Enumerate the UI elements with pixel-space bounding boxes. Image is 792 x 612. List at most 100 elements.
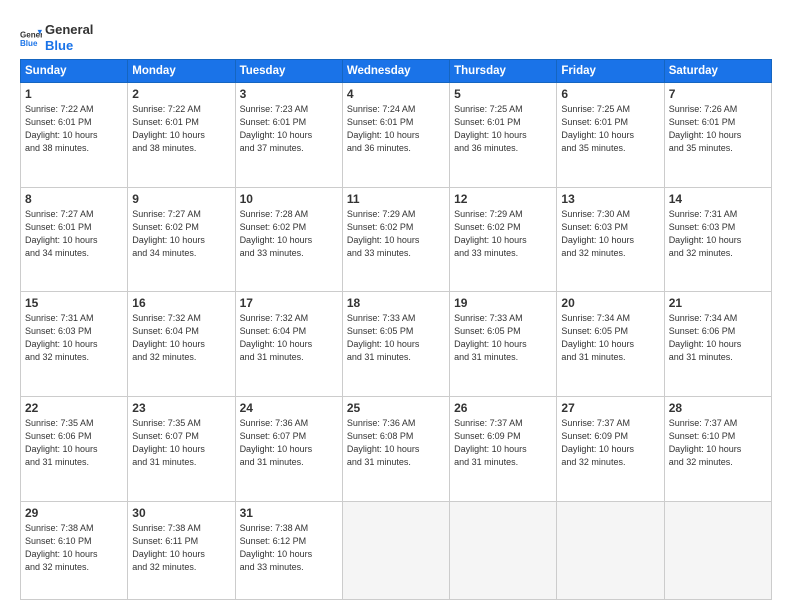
calendar-cell: 16 Sunrise: 7:32 AM Sunset: 6:04 PM Dayli… (128, 292, 235, 397)
calendar-cell: 10 Sunrise: 7:28 AM Sunset: 6:02 PM Dayli… (235, 187, 342, 292)
calendar-cell (450, 501, 557, 600)
calendar-week-row: 8 Sunrise: 7:27 AM Sunset: 6:01 PM Daylig… (21, 187, 772, 292)
calendar-cell: 24 Sunrise: 7:36 AM Sunset: 6:07 PM Dayli… (235, 396, 342, 501)
day-info: Sunrise: 7:27 AM Sunset: 6:01 PM Dayligh… (25, 208, 123, 260)
day-number: 19 (454, 296, 552, 310)
calendar-cell: 2 Sunrise: 7:22 AM Sunset: 6:01 PM Daylig… (128, 83, 235, 188)
calendar-cell: 14 Sunrise: 7:31 AM Sunset: 6:03 PM Dayli… (664, 187, 771, 292)
day-info: Sunrise: 7:34 AM Sunset: 6:05 PM Dayligh… (561, 312, 659, 364)
logo-blue: Blue (45, 38, 93, 54)
day-number: 2 (132, 87, 230, 101)
day-number: 29 (25, 506, 123, 520)
calendar-cell (664, 501, 771, 600)
calendar-cell: 7Sunrise: 7:26 AM Sunset: 6:01 PM Daylig… (664, 83, 771, 188)
calendar-cell: 26Sunrise: 7:37 AM Sunset: 6:09 PM Dayli… (450, 396, 557, 501)
day-info: Sunrise: 7:38 AM Sunset: 6:12 PM Dayligh… (240, 522, 338, 574)
calendar-week-row: 1 Sunrise: 7:22 AM Sunset: 6:01 PM Daylig… (21, 83, 772, 188)
calendar-cell: 25Sunrise: 7:36 AM Sunset: 6:08 PM Dayli… (342, 396, 449, 501)
calendar-body: 1 Sunrise: 7:22 AM Sunset: 6:01 PM Daylig… (21, 83, 772, 600)
day-number: 17 (240, 296, 338, 310)
day-info: Sunrise: 7:35 AM Sunset: 6:06 PM Dayligh… (25, 417, 123, 469)
day-info: Sunrise: 7:32 AM Sunset: 6:04 PM Dayligh… (132, 312, 230, 364)
day-number: 18 (347, 296, 445, 310)
day-info: Sunrise: 7:22 AM Sunset: 6:01 PM Dayligh… (132, 103, 230, 155)
weekday-header: Friday (557, 60, 664, 83)
calendar-cell: 11 Sunrise: 7:29 AM Sunset: 6:02 PM Dayli… (342, 187, 449, 292)
day-number: 26 (454, 401, 552, 415)
day-number: 14 (669, 192, 767, 206)
day-number: 4 (347, 87, 445, 101)
day-info: Sunrise: 7:30 AM Sunset: 6:03 PM Dayligh… (561, 208, 659, 260)
calendar-week-row: 29 Sunrise: 7:38 AM Sunset: 6:10 PM Dayli… (21, 501, 772, 600)
logo-icon: General Blue (20, 27, 42, 49)
day-info: Sunrise: 7:36 AM Sunset: 6:07 PM Dayligh… (240, 417, 338, 469)
day-number: 27 (561, 401, 659, 415)
calendar-cell: 12Sunrise: 7:29 AM Sunset: 6:02 PM Dayli… (450, 187, 557, 292)
day-number: 20 (561, 296, 659, 310)
calendar-week-row: 22 Sunrise: 7:35 AM Sunset: 6:06 PM Dayli… (21, 396, 772, 501)
day-number: 16 (132, 296, 230, 310)
calendar-cell: 17Sunrise: 7:32 AM Sunset: 6:04 PM Dayli… (235, 292, 342, 397)
weekday-header: Monday (128, 60, 235, 83)
day-info: Sunrise: 7:38 AM Sunset: 6:11 PM Dayligh… (132, 522, 230, 574)
day-number: 13 (561, 192, 659, 206)
day-number: 21 (669, 296, 767, 310)
day-info: Sunrise: 7:31 AM Sunset: 6:03 PM Dayligh… (669, 208, 767, 260)
calendar-cell: 22 Sunrise: 7:35 AM Sunset: 6:06 PM Dayli… (21, 396, 128, 501)
calendar-cell: 31 Sunrise: 7:38 AM Sunset: 6:12 PM Dayli… (235, 501, 342, 600)
day-number: 10 (240, 192, 338, 206)
weekday-header: Sunday (21, 60, 128, 83)
day-number: 31 (240, 506, 338, 520)
day-info: Sunrise: 7:33 AM Sunset: 6:05 PM Dayligh… (454, 312, 552, 364)
day-number: 1 (25, 87, 123, 101)
day-info: Sunrise: 7:35 AM Sunset: 6:07 PM Dayligh… (132, 417, 230, 469)
day-number: 15 (25, 296, 123, 310)
calendar-cell (557, 501, 664, 600)
calendar-cell: 21 Sunrise: 7:34 AM Sunset: 6:06 PM Dayli… (664, 292, 771, 397)
weekday-header: Saturday (664, 60, 771, 83)
day-number: 6 (561, 87, 659, 101)
day-number: 22 (25, 401, 123, 415)
calendar-cell: 23Sunrise: 7:35 AM Sunset: 6:07 PM Dayli… (128, 396, 235, 501)
calendar-cell: 18Sunrise: 7:33 AM Sunset: 6:05 PM Dayli… (342, 292, 449, 397)
day-info: Sunrise: 7:25 AM Sunset: 6:01 PM Dayligh… (454, 103, 552, 155)
calendar-cell: 28Sunrise: 7:37 AM Sunset: 6:10 PM Dayli… (664, 396, 771, 501)
day-info: Sunrise: 7:28 AM Sunset: 6:02 PM Dayligh… (240, 208, 338, 260)
logo-general: General (45, 22, 93, 38)
calendar-cell: 30 Sunrise: 7:38 AM Sunset: 6:11 PM Dayli… (128, 501, 235, 600)
weekday-header: Tuesday (235, 60, 342, 83)
calendar-cell (342, 501, 449, 600)
day-info: Sunrise: 7:27 AM Sunset: 6:02 PM Dayligh… (132, 208, 230, 260)
day-number: 30 (132, 506, 230, 520)
day-number: 24 (240, 401, 338, 415)
calendar-cell: 20 Sunrise: 7:34 AM Sunset: 6:05 PM Dayli… (557, 292, 664, 397)
calendar-cell: 8 Sunrise: 7:27 AM Sunset: 6:01 PM Daylig… (21, 187, 128, 292)
calendar-cell: 1 Sunrise: 7:22 AM Sunset: 6:01 PM Daylig… (21, 83, 128, 188)
day-info: Sunrise: 7:38 AM Sunset: 6:10 PM Dayligh… (25, 522, 123, 574)
calendar-week-row: 15 Sunrise: 7:31 AM Sunset: 6:03 PM Dayli… (21, 292, 772, 397)
day-number: 9 (132, 192, 230, 206)
calendar-header-row: SundayMondayTuesdayWednesdayThursdayFrid… (21, 60, 772, 83)
calendar-table: SundayMondayTuesdayWednesdayThursdayFrid… (20, 59, 772, 600)
weekday-header: Thursday (450, 60, 557, 83)
day-info: Sunrise: 7:24 AM Sunset: 6:01 PM Dayligh… (347, 103, 445, 155)
day-info: Sunrise: 7:37 AM Sunset: 6:10 PM Dayligh… (669, 417, 767, 469)
page: General Blue General Blue SundayMondayTu… (0, 0, 792, 612)
day-info: Sunrise: 7:26 AM Sunset: 6:01 PM Dayligh… (669, 103, 767, 155)
calendar-cell: 29 Sunrise: 7:38 AM Sunset: 6:10 PM Dayli… (21, 501, 128, 600)
calendar-cell: 6 Sunrise: 7:25 AM Sunset: 6:01 PM Daylig… (557, 83, 664, 188)
calendar-cell: 3Sunrise: 7:23 AM Sunset: 6:01 PM Daylig… (235, 83, 342, 188)
calendar-cell: 27Sunrise: 7:37 AM Sunset: 6:09 PM Dayli… (557, 396, 664, 501)
day-info: Sunrise: 7:34 AM Sunset: 6:06 PM Dayligh… (669, 312, 767, 364)
day-info: Sunrise: 7:29 AM Sunset: 6:02 PM Dayligh… (454, 208, 552, 260)
day-number: 11 (347, 192, 445, 206)
logo: General Blue General Blue (20, 22, 93, 53)
day-info: Sunrise: 7:25 AM Sunset: 6:01 PM Dayligh… (561, 103, 659, 155)
day-info: Sunrise: 7:23 AM Sunset: 6:01 PM Dayligh… (240, 103, 338, 155)
calendar-cell: 19 Sunrise: 7:33 AM Sunset: 6:05 PM Dayli… (450, 292, 557, 397)
day-info: Sunrise: 7:29 AM Sunset: 6:02 PM Dayligh… (347, 208, 445, 260)
day-info: Sunrise: 7:36 AM Sunset: 6:08 PM Dayligh… (347, 417, 445, 469)
day-info: Sunrise: 7:31 AM Sunset: 6:03 PM Dayligh… (25, 312, 123, 364)
day-info: Sunrise: 7:22 AM Sunset: 6:01 PM Dayligh… (25, 103, 123, 155)
day-number: 8 (25, 192, 123, 206)
